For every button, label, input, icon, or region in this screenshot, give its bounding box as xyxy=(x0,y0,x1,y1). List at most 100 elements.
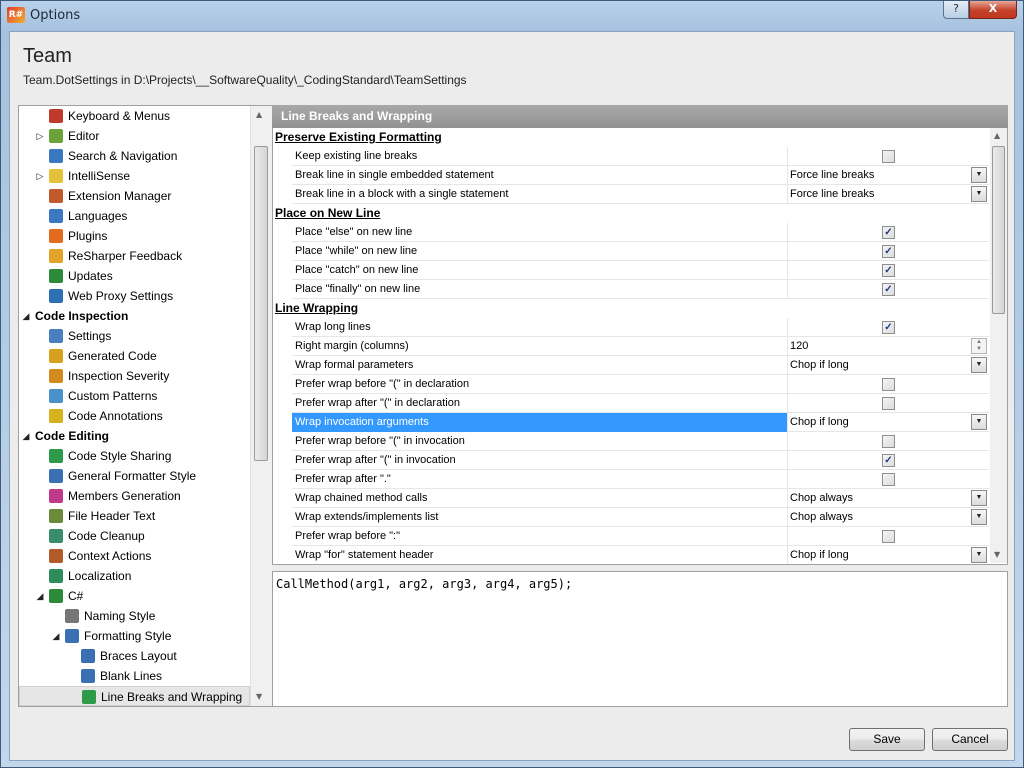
dropdown-arrow-icon[interactable]: ▼ xyxy=(971,414,987,430)
grid-setting-row[interactable]: Keep existing line breaks xyxy=(292,147,989,166)
save-button[interactable]: Save xyxy=(849,728,925,751)
collapsed-arrow-icon[interactable]: ▷ xyxy=(35,166,45,186)
dropdown-arrow-icon[interactable]: ▼ xyxy=(971,357,987,373)
tree-item[interactable]: Extension Manager xyxy=(19,186,250,206)
grid-section-header[interactable]: Line Wrapping xyxy=(275,299,358,317)
unchecked-checkbox[interactable] xyxy=(882,397,895,410)
expanded-arrow-icon[interactable]: ◢ xyxy=(35,586,45,606)
tree-item[interactable]: ◢ C# xyxy=(19,586,250,606)
checked-checkbox[interactable]: ✓ xyxy=(882,283,895,296)
tree-item[interactable]: Context Actions xyxy=(19,546,250,566)
tree-item[interactable]: Updates xyxy=(19,266,250,286)
scroll-up-arrow-icon[interactable]: ▲ xyxy=(256,110,262,119)
dropdown-arrow-icon[interactable]: ▼ xyxy=(971,547,987,563)
grid-scrollbar[interactable]: ▲ ▼ xyxy=(990,128,1007,563)
tree-item[interactable]: Generated Code xyxy=(19,346,250,366)
grid-section-header[interactable]: Preserve Existing Formatting xyxy=(275,128,442,146)
unchecked-checkbox[interactable] xyxy=(882,435,895,448)
grid-setting-row[interactable]: Place "catch" on new line ✓ xyxy=(292,261,989,280)
tree-item[interactable]: Keyboard & Menus xyxy=(19,106,250,126)
help-button[interactable]: ? xyxy=(943,1,969,19)
grid-setting-row[interactable]: Break line in single embedded statement F… xyxy=(292,166,989,185)
tree-item[interactable]: Inspection Severity xyxy=(19,366,250,386)
unchecked-checkbox[interactable] xyxy=(882,150,895,163)
checked-checkbox[interactable]: ✓ xyxy=(882,321,895,334)
grid-setting-row[interactable]: Place "finally" on new line ✓ xyxy=(292,280,989,299)
setting-value[interactable]: Chop if long xyxy=(790,356,849,374)
grid-section-header[interactable]: Place on New Line xyxy=(275,204,380,222)
grid-setting-row[interactable]: Prefer wrap after "(" in declaration xyxy=(292,394,989,413)
unchecked-checkbox[interactable] xyxy=(882,378,895,391)
expanded-arrow-icon[interactable]: ◢ xyxy=(51,626,61,646)
tree-item[interactable]: Blank Lines xyxy=(19,666,250,686)
expanded-arrow-icon[interactable]: ◢ xyxy=(21,426,31,446)
tree-item[interactable]: Code Style Sharing xyxy=(19,446,250,466)
setting-value[interactable]: Chop always xyxy=(790,489,853,507)
tree-item[interactable]: Braces Layout xyxy=(19,646,250,666)
grid-setting-row[interactable]: Prefer wrap before "(" in declaration xyxy=(292,375,989,394)
dropdown-arrow-icon[interactable]: ▼ xyxy=(971,490,987,506)
tree-scroll-thumb[interactable] xyxy=(254,146,268,461)
tree-item[interactable]: Custom Patterns xyxy=(19,386,250,406)
checked-checkbox[interactable]: ✓ xyxy=(882,226,895,239)
grid-setting-row[interactable]: Right margin (columns) 120 ▲ ▼ xyxy=(292,337,989,356)
grid-setting-row[interactable]: Prefer wrap after "(" in invocation ✓ xyxy=(292,451,989,470)
expanded-arrow-icon[interactable]: ◢ xyxy=(21,306,31,326)
title-bar[interactable]: R# Options ? X xyxy=(1,1,1023,29)
unchecked-checkbox[interactable] xyxy=(882,473,895,486)
grid-setting-row[interactable]: Prefer wrap before ":" xyxy=(292,527,989,546)
dropdown-arrow-icon[interactable]: ▼ xyxy=(971,186,987,202)
setting-value[interactable]: 120 xyxy=(790,337,808,355)
grid-setting-row[interactable]: Wrap chained method calls Chop always ▼ xyxy=(292,489,989,508)
checked-checkbox[interactable]: ✓ xyxy=(882,245,895,258)
tree-item[interactable]: Plugins xyxy=(19,226,250,246)
tree-item[interactable]: ◢ Formatting Style xyxy=(19,626,250,646)
tree-item[interactable]: ▷ IntelliSense xyxy=(19,166,250,186)
dropdown-arrow-icon[interactable]: ▼ xyxy=(971,167,987,183)
tree-item[interactable]: Naming Style xyxy=(19,606,250,626)
collapsed-arrow-icon[interactable]: ▷ xyxy=(35,126,45,146)
grid-setting-row[interactable]: Prefer wrap before "(" in invocation xyxy=(292,432,989,451)
tree-item[interactable]: Languages xyxy=(19,206,250,226)
setting-value[interactable]: Force line breaks xyxy=(790,166,874,184)
tree-item[interactable]: Localization xyxy=(19,566,250,586)
tree-item[interactable]: Line Breaks and Wrapping xyxy=(19,686,250,706)
scroll-down-arrow-icon[interactable]: ▼ xyxy=(994,550,1000,559)
grid-setting-row[interactable]: Wrap invocation arguments Chop if long ▼ xyxy=(292,413,989,432)
tree-item[interactable]: ▷ Editor xyxy=(19,126,250,146)
grid-scroll-thumb[interactable] xyxy=(992,146,1005,314)
setting-value[interactable]: Chop if long xyxy=(790,413,849,431)
tree-item[interactable]: ◢ Code Inspection xyxy=(19,306,250,326)
tree-item[interactable]: File Header Text xyxy=(19,506,250,526)
grid-setting-row[interactable]: Wrap long lines ✓ xyxy=(292,318,989,337)
tree-item[interactable]: ◢ Code Editing xyxy=(19,426,250,446)
scroll-down-arrow-icon[interactable]: ▼ xyxy=(256,692,262,701)
scroll-up-arrow-icon[interactable]: ▲ xyxy=(994,131,1000,140)
tree-item[interactable]: Members Generation xyxy=(19,486,250,506)
tree-item[interactable]: ReSharper Feedback xyxy=(19,246,250,266)
tree-item[interactable]: Search & Navigation xyxy=(19,146,250,166)
close-window-button[interactable]: X xyxy=(969,1,1017,19)
tree-item[interactable]: Code Annotations xyxy=(19,406,250,426)
tree-item[interactable]: Web Proxy Settings xyxy=(19,286,250,306)
grid-setting-row[interactable]: Place "while" on new line ✓ xyxy=(292,242,989,261)
setting-value[interactable]: Chop always xyxy=(790,508,853,526)
setting-value[interactable]: Chop if long xyxy=(790,546,849,564)
grid-setting-row[interactable]: Wrap formal parameters Chop if long ▼ xyxy=(292,356,989,375)
unchecked-checkbox[interactable] xyxy=(882,530,895,543)
cancel-button[interactable]: Cancel xyxy=(932,728,1008,751)
checked-checkbox[interactable]: ✓ xyxy=(882,264,895,277)
checked-checkbox[interactable]: ✓ xyxy=(882,454,895,467)
grid-setting-row[interactable]: Prefer wrap after "." xyxy=(292,470,989,489)
grid-setting-row[interactable]: Wrap "for" statement header Chop if long ▼ xyxy=(292,546,989,564)
grid-setting-row[interactable]: Place "else" on new line ✓ xyxy=(292,223,989,242)
tree-item[interactable]: Code Cleanup xyxy=(19,526,250,546)
tree-item[interactable]: Settings xyxy=(19,326,250,346)
spinner-arrows-icon[interactable]: ▲ ▼ xyxy=(971,338,987,354)
dropdown-arrow-icon[interactable]: ▼ xyxy=(971,509,987,525)
tree-scrollbar[interactable]: ▲ ▼ xyxy=(250,106,273,706)
tree-item[interactable]: General Formatter Style xyxy=(19,466,250,486)
grid-setting-row[interactable]: Break line in a block with a single stat… xyxy=(292,185,989,204)
setting-value[interactable]: Force line breaks xyxy=(790,185,874,203)
grid-setting-row[interactable]: Wrap extends/implements list Chop always ▼ xyxy=(292,508,989,527)
